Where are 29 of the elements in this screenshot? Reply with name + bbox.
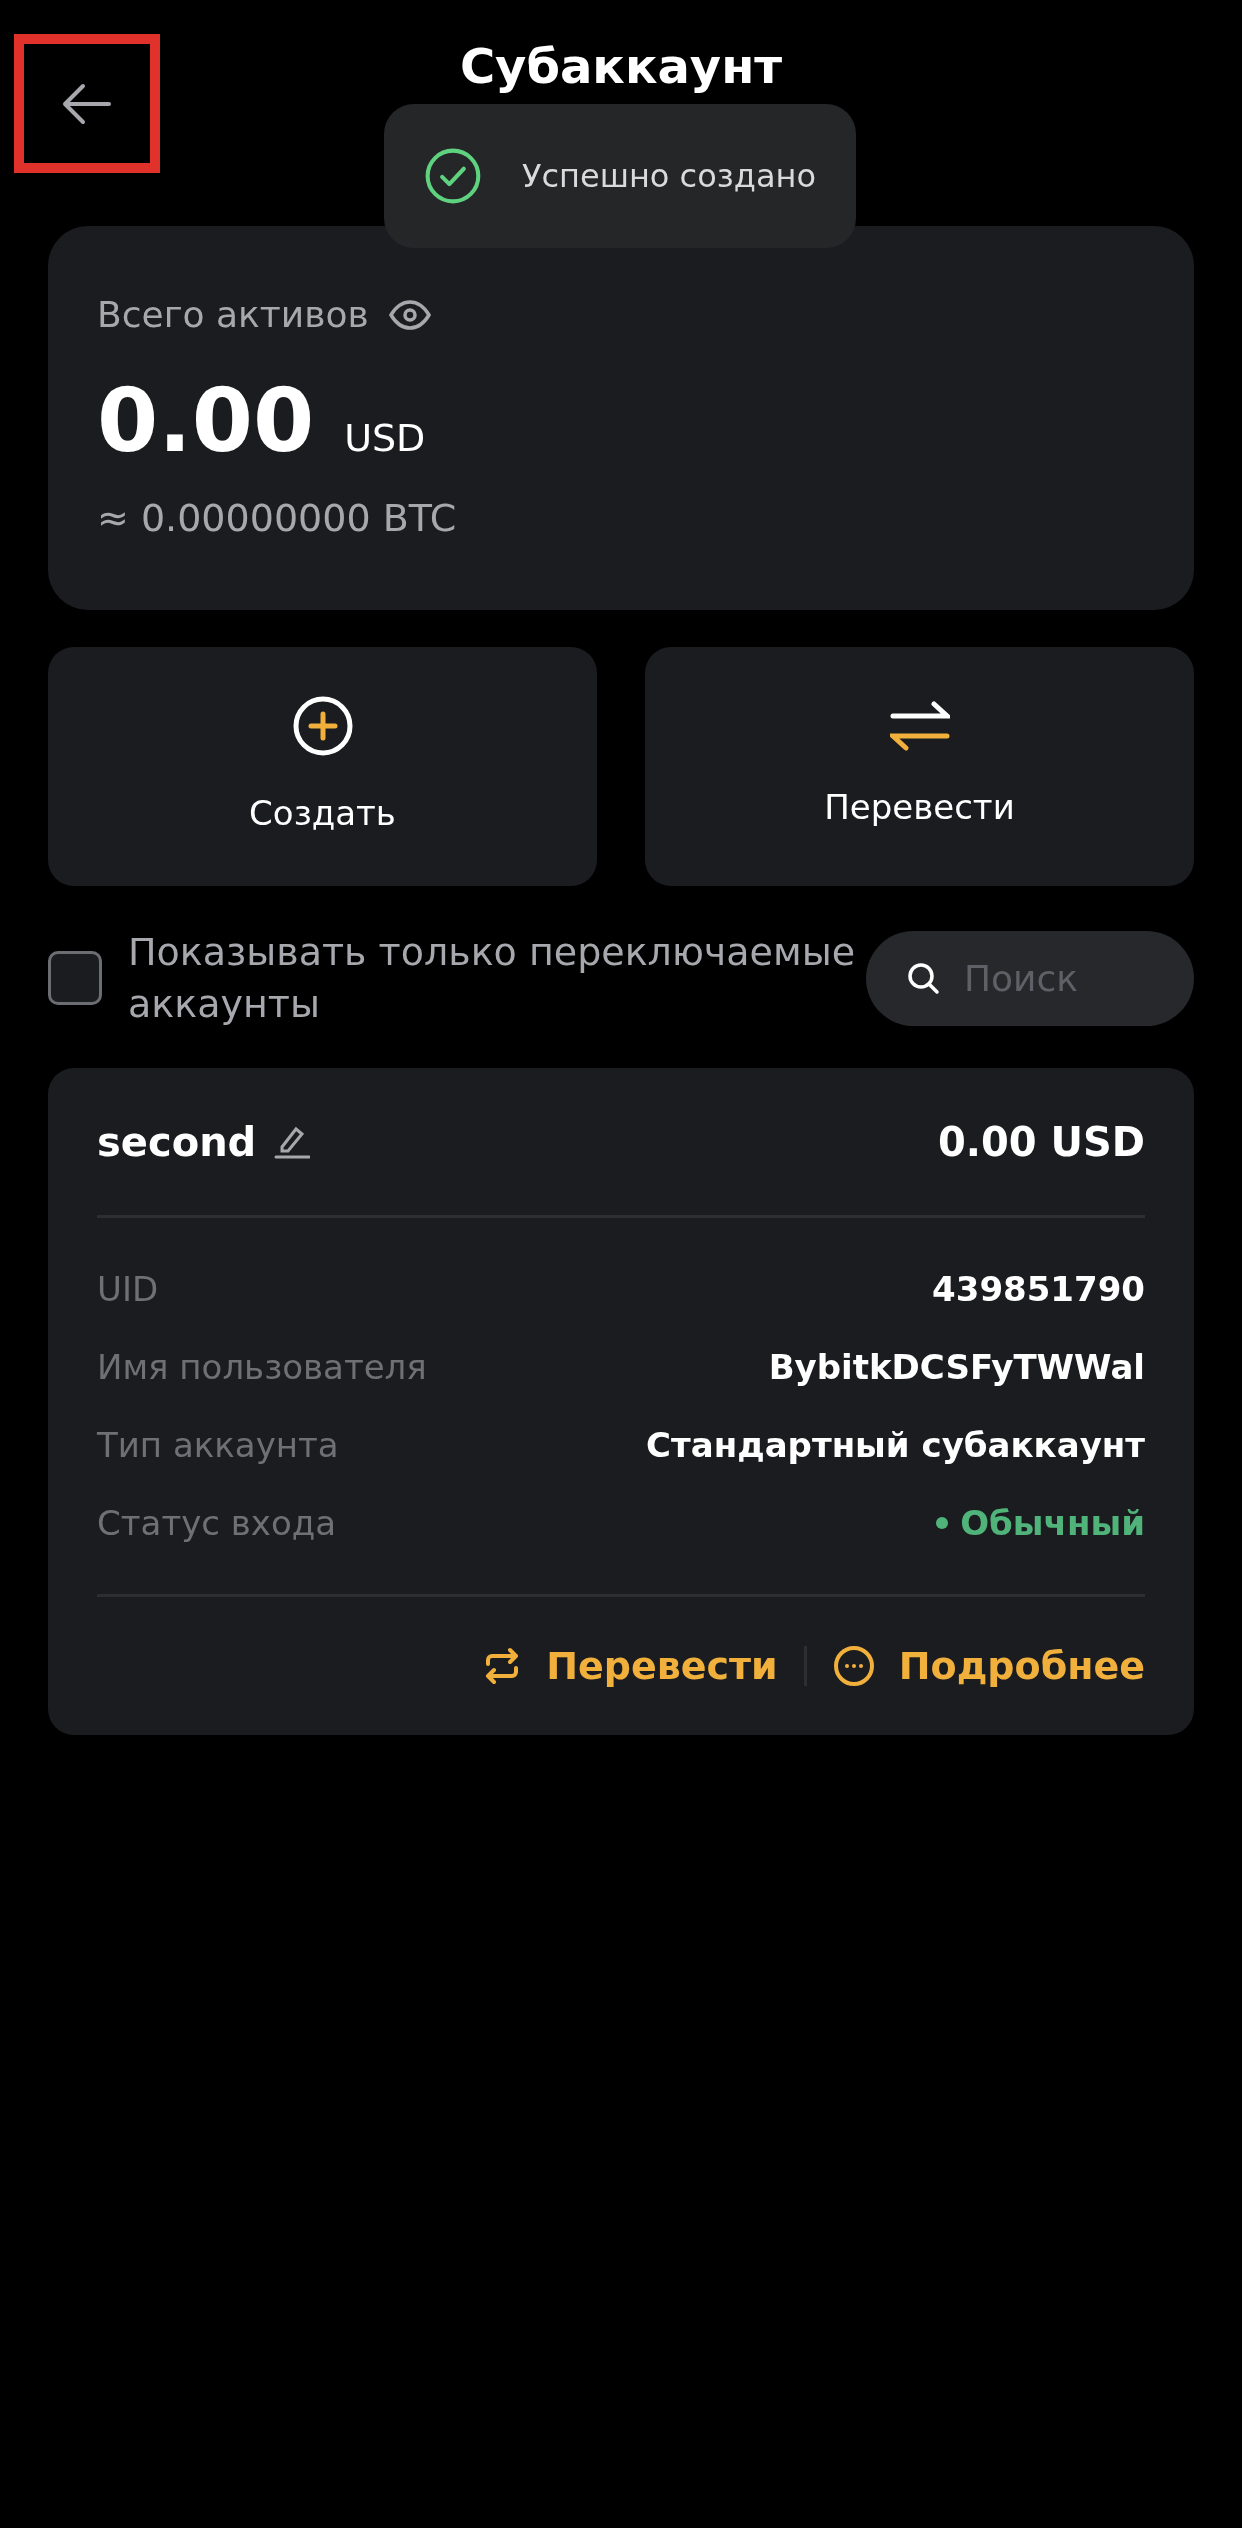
currency-label: USD [344, 415, 426, 462]
field-label: UID [97, 1267, 159, 1311]
field-label: Тип аккаунта [97, 1423, 339, 1467]
eye-icon[interactable] [388, 300, 431, 330]
action-button[interactable]: Перевести [645, 647, 1194, 886]
back-button[interactable] [14, 34, 160, 173]
back-arrow-icon [61, 82, 113, 125]
field-value: Обычный [960, 1501, 1145, 1545]
account-balance: 0.00 USD [937, 1117, 1145, 1167]
total-amount: 0.00 [97, 368, 315, 474]
more-circle-icon [832, 1645, 875, 1687]
account-name: second [97, 1117, 257, 1167]
page-title: Субаккаунт [458, 37, 784, 96]
toast-message: Успешно создано [521, 156, 816, 197]
field-value: BybitkDCSFyTWWal [768, 1345, 1145, 1389]
card-action-button[interactable]: Подробнее [832, 1637, 1145, 1695]
field-label: Имя пользователя [97, 1345, 427, 1389]
search-icon [906, 960, 940, 995]
pencil-icon[interactable] [274, 1124, 311, 1159]
checkbox[interactable] [48, 951, 102, 1005]
filter-label: Показывать только переключаемые аккаунты [128, 929, 857, 1028]
field-value: Стандартный субаккаунт [646, 1423, 1145, 1467]
card-action-button[interactable]: Перевести [482, 1637, 778, 1695]
action-button[interactable]: Создать [48, 647, 597, 886]
field-label: Статус входа [97, 1501, 337, 1545]
field-value: 439851790 [932, 1267, 1145, 1311]
btc-equivalent: ≈ 0.00000000 BTC [97, 495, 458, 542]
search-field[interactable]: Поиск [866, 930, 1194, 1026]
assets-label: Всего активов [97, 293, 369, 337]
